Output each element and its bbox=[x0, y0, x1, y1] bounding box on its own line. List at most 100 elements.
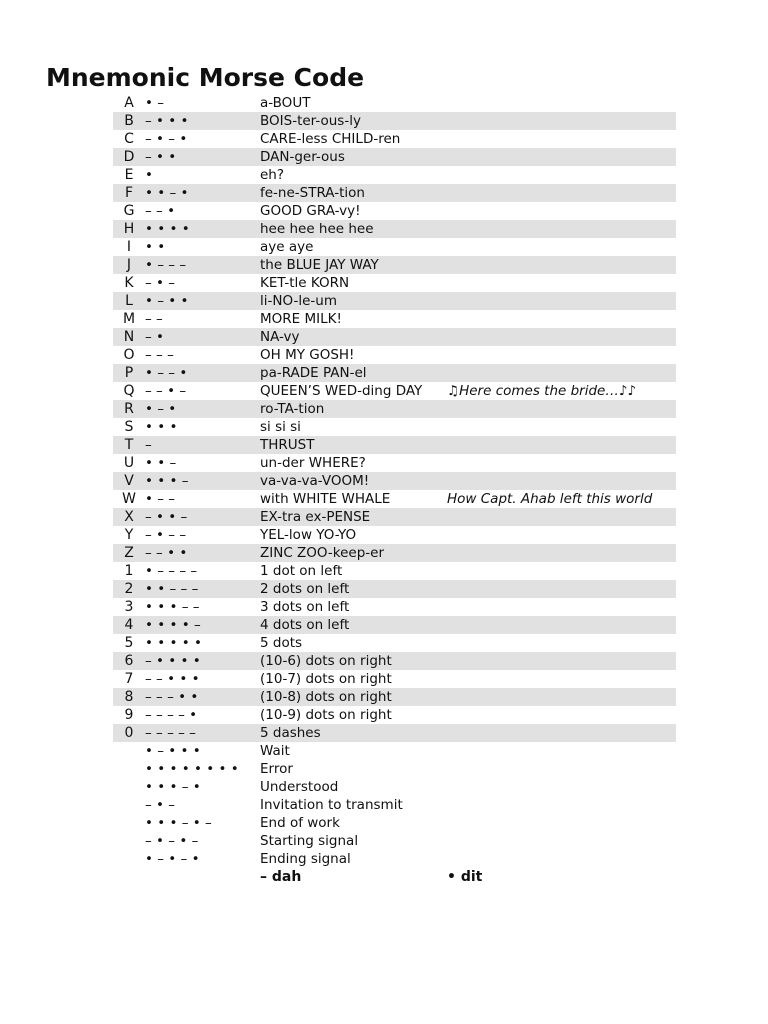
table-row: C – • – • CARE-less CHILD-ren bbox=[113, 130, 676, 148]
mnemonic-cell: va-va-va-VOOM! bbox=[260, 472, 447, 490]
letter-cell bbox=[113, 832, 145, 850]
letter-cell: I bbox=[126, 239, 132, 255]
note-cell bbox=[447, 328, 676, 346]
note-cell bbox=[447, 562, 676, 580]
table-row: 7 – – • • • (10-7) dots on right bbox=[113, 670, 676, 688]
letter-cell: Y bbox=[124, 527, 134, 543]
table-row: T – THRUST bbox=[113, 436, 676, 454]
morse-code-cell: • – – – bbox=[145, 256, 260, 274]
table-row: V • • • – va-va-va-VOOM! bbox=[113, 472, 676, 490]
letter-cell: C bbox=[124, 131, 134, 147]
morse-code-cell: – – – bbox=[145, 347, 174, 363]
note-cell bbox=[447, 436, 676, 454]
table-row: U • • – un-der WHERE? bbox=[113, 454, 676, 472]
table-row: 2 • • – – –2 dots on left bbox=[113, 580, 676, 598]
mnemonic-cell: QUEEN’S WED-ding DAY bbox=[260, 383, 423, 399]
morse-code-cell: • – • • • bbox=[145, 743, 201, 759]
table-row: 3 • • • – – 3 dots on left bbox=[113, 598, 676, 616]
morse-code-cell: • – • – • bbox=[145, 851, 200, 867]
mnemonic-cell: the BLUE JAY WAY bbox=[260, 256, 447, 274]
letter-cell: 4 bbox=[113, 616, 145, 634]
mnemonic-cell: 5 dashes bbox=[260, 724, 447, 742]
letter-cell bbox=[113, 778, 145, 796]
letter-cell: E bbox=[124, 167, 134, 183]
table-row: M – – MORE MILK! bbox=[113, 310, 676, 328]
letter-cell: R bbox=[113, 400, 145, 418]
mnemonic-cell: (10-8) dots on right bbox=[260, 688, 447, 706]
mnemonic-cell: si si si bbox=[260, 419, 301, 435]
mnemonic-cell: THRUST bbox=[260, 436, 447, 454]
letter-cell bbox=[113, 760, 145, 778]
table-row: G – – • GOOD GRA-vy! bbox=[113, 202, 676, 220]
table-row: 1 • – – – – 1 dot on left bbox=[113, 562, 676, 580]
letter-cell: 2 bbox=[113, 580, 145, 598]
mnemonic-cell: Wait bbox=[260, 743, 290, 759]
morse-code-cell: – • – • bbox=[145, 131, 188, 147]
table-row: • – • • • Wait bbox=[113, 742, 676, 760]
table-row: F • • – • fe-ne-STRA-tion bbox=[113, 184, 676, 202]
note-cell bbox=[447, 310, 676, 328]
letter-cell bbox=[113, 850, 145, 868]
table-row: H • • • • hee hee hee hee bbox=[113, 220, 676, 238]
note-cell bbox=[447, 472, 676, 490]
note-cell bbox=[447, 346, 676, 364]
table-row: 0– – – – –5 dashes bbox=[113, 724, 676, 742]
letter-cell bbox=[113, 742, 145, 760]
note-cell bbox=[447, 112, 676, 130]
empty-cell bbox=[113, 868, 145, 886]
table-row: 6– • • • • (10-6) dots on right bbox=[113, 652, 676, 670]
table-row: 8– – – • • (10-8) dots on right bbox=[113, 688, 676, 706]
legend-dah: – dah bbox=[260, 869, 302, 885]
morse-code-cell: – • • • bbox=[145, 112, 260, 130]
morse-code-cell: • • • – • bbox=[145, 779, 201, 795]
note-cell: ♫Here comes the bride…♪♪ bbox=[447, 383, 637, 399]
morse-code-cell: • – • bbox=[145, 400, 260, 418]
letter-cell: K bbox=[124, 275, 134, 291]
table-row: Y – • – – YEL-low YO-YO bbox=[113, 526, 676, 544]
morse-code-cell: – – • – bbox=[145, 383, 187, 399]
note-cell bbox=[447, 670, 676, 688]
note-cell bbox=[447, 832, 676, 850]
note-cell bbox=[447, 616, 676, 634]
table-row: • • • – • Understood bbox=[113, 778, 676, 796]
note-cell bbox=[447, 544, 676, 562]
table-row: O – – – OH MY GOSH! bbox=[113, 346, 676, 364]
table-row: • • • – • – End of work bbox=[113, 814, 676, 832]
note-cell bbox=[447, 778, 676, 796]
mnemonic-cell: Ending signal bbox=[260, 851, 351, 867]
note-cell bbox=[447, 166, 676, 184]
mnemonic-cell: a-BOUT bbox=[260, 95, 311, 111]
note-cell bbox=[447, 130, 676, 148]
morse-code-cell: – bbox=[145, 436, 260, 454]
note-cell bbox=[447, 706, 676, 724]
table-row: A • – a-BOUT bbox=[113, 94, 676, 112]
letter-cell: 8 bbox=[113, 688, 145, 706]
letter-cell: A bbox=[124, 95, 134, 111]
morse-code-cell: • • • • – bbox=[145, 616, 260, 634]
note-cell bbox=[447, 238, 676, 256]
mnemonic-cell: End of work bbox=[260, 815, 340, 831]
note-cell bbox=[447, 364, 676, 382]
table-row: W • – – with WHITE WHALE How Capt. Ahab lef… bbox=[113, 490, 676, 508]
letter-cell: P bbox=[113, 364, 145, 382]
mnemonic-cell: CARE-less CHILD-ren bbox=[260, 131, 401, 147]
page-title: Mnemonic Morse Code bbox=[46, 63, 365, 92]
note-cell bbox=[447, 94, 676, 112]
table-row: S • • • si si si bbox=[113, 418, 676, 436]
table-row: L • – • • li-NO-le-um bbox=[113, 292, 676, 310]
note-cell bbox=[447, 850, 676, 868]
mnemonic-cell: KET-tle KORN bbox=[260, 275, 350, 291]
morse-code-cell: – • • bbox=[145, 148, 260, 166]
table-row: Q – – • – QUEEN’S WED-ding DAY ♫Here comes … bbox=[113, 382, 676, 400]
letter-cell: O bbox=[123, 347, 135, 363]
mnemonic-cell: 2 dots on left bbox=[260, 580, 447, 598]
letter-cell: J bbox=[113, 256, 145, 274]
note-cell bbox=[447, 418, 676, 436]
letter-cell: W bbox=[122, 491, 136, 507]
morse-code-cell: • • • – bbox=[145, 472, 260, 490]
note-cell bbox=[447, 742, 676, 760]
mnemonic-cell: 1 dot on left bbox=[260, 563, 343, 579]
table-row: K – • – KET-tle KORN bbox=[113, 274, 676, 292]
letter-cell: S bbox=[124, 419, 134, 435]
mnemonic-cell: Starting signal bbox=[260, 833, 359, 849]
